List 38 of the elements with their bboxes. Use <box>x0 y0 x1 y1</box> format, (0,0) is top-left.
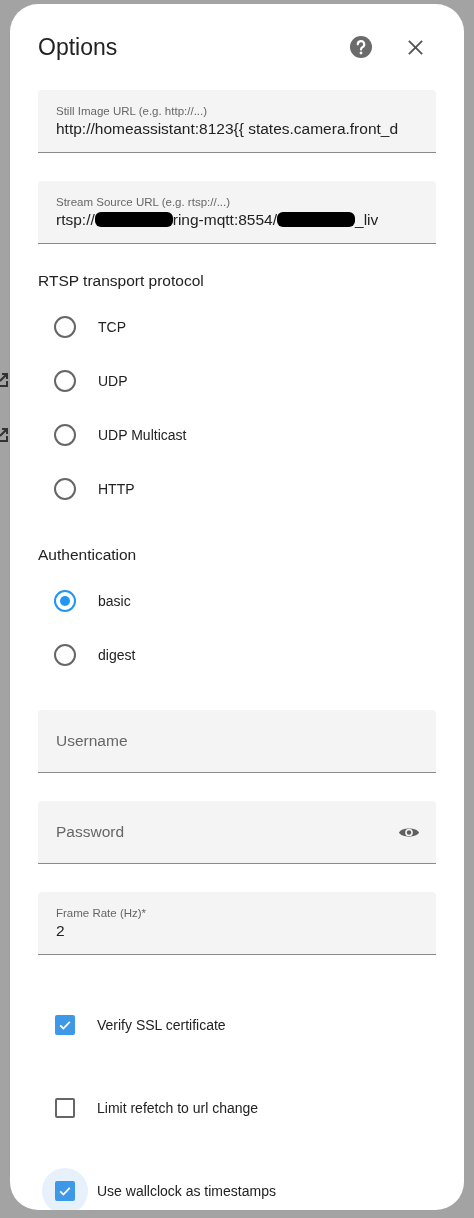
checkbox-label: Limit refetch to url change <box>97 1099 259 1116</box>
input-field[interactable]: Username <box>38 710 436 773</box>
field-label: Stream Source URL (e.g. rtsp://...) <box>56 195 232 208</box>
checkbox[interactable] <box>55 1014 75 1035</box>
radio-label: UDP <box>98 373 128 389</box>
field-value: _liv <box>355 210 379 229</box>
radio-button[interactable] <box>54 424 76 446</box>
field-placeholder: Username <box>56 732 129 750</box>
radio-label: basic <box>98 593 131 609</box>
close-icon[interactable] <box>407 38 424 56</box>
url-field[interactable]: Still Image URL (e.g. http://...) http://homeassistant:8123{{ states.camera.front_d <box>38 90 436 153</box>
number-field[interactable]: Frame Rate (Hz)* 2 <box>38 892 436 955</box>
field-value: 2 <box>56 921 65 940</box>
field-value: http://homeassistant:8123{{ states.camera.front_d <box>56 119 399 138</box>
checkbox-label: Use wallclock as timestamps <box>97 1182 276 1199</box>
field-value: ring-mqtt:8554/ <box>172 210 277 229</box>
field-label: Still Image URL (e.g. http://...) <box>56 104 209 117</box>
checkbox[interactable] <box>55 1097 75 1118</box>
field-label: Frame Rate (Hz)* <box>56 906 148 919</box>
section-heading: RTSP transport protocol <box>38 272 205 290</box>
radio-button[interactable] <box>54 644 76 666</box>
radio-button[interactable] <box>54 590 76 612</box>
dialog-title: Options <box>38 33 119 61</box>
radio-label: HTTP <box>98 481 135 497</box>
url-field[interactable]: Stream Source URL (e.g. rtsp://...) rtsp:// ring-mqtt:8554/ _liv <box>38 181 436 244</box>
radio-label: digest <box>98 647 136 663</box>
radio-button[interactable] <box>54 316 76 338</box>
radio-button[interactable] <box>54 370 76 392</box>
help-icon[interactable] <box>349 35 373 59</box>
section-heading: Authentication <box>38 546 138 564</box>
checkbox[interactable] <box>55 1180 75 1201</box>
field-placeholder: Password <box>56 823 126 841</box>
radio-button[interactable] <box>54 478 76 500</box>
input-field[interactable]: Password <box>38 801 436 864</box>
checkbox-label: Verify SSL certificate <box>97 1016 226 1033</box>
field-value: rtsp:// <box>56 210 95 229</box>
radio-label: UDP Multicast <box>98 427 187 443</box>
radio-label: TCP <box>98 319 126 335</box>
